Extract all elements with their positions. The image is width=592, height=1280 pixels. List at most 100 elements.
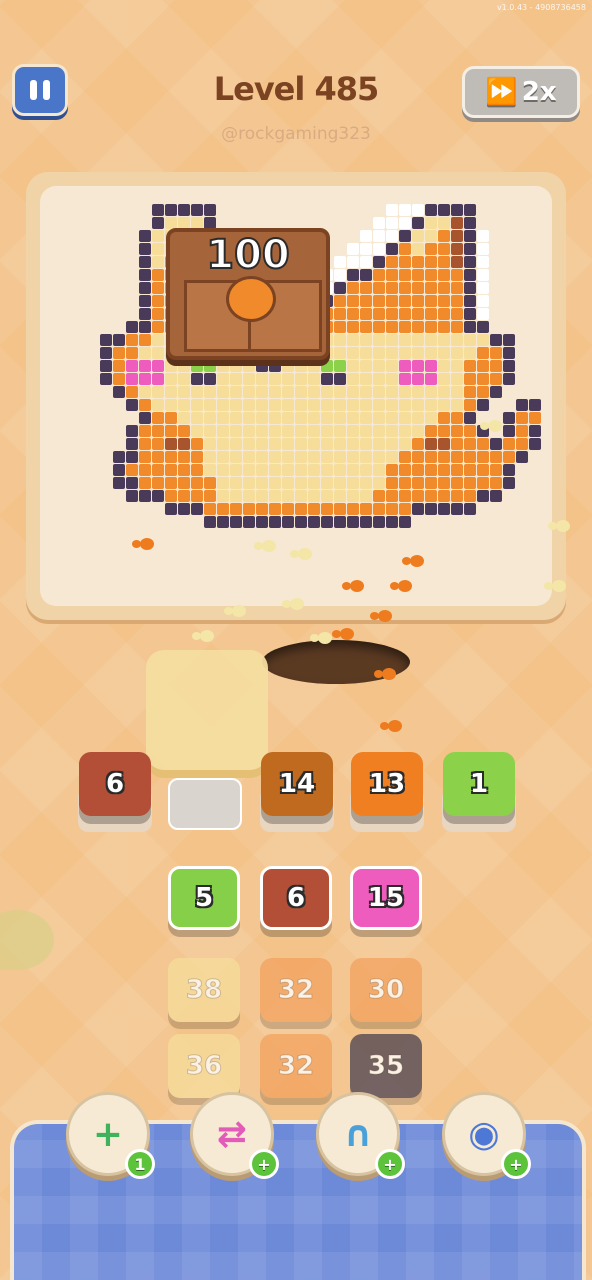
pixel-cell	[399, 282, 411, 294]
pixel-cell	[490, 373, 502, 385]
pixel-cell	[386, 464, 398, 476]
pixel-cell	[191, 386, 203, 398]
pixel-cell	[490, 347, 502, 359]
pixel-cell	[399, 451, 411, 463]
pixel-cell	[217, 464, 229, 476]
pixel-cell	[139, 490, 151, 502]
pixel-cell	[191, 412, 203, 424]
pixel-cell	[165, 373, 177, 385]
pixel-cell	[321, 451, 333, 463]
pixel-cell	[178, 412, 190, 424]
booster-magnet-button[interactable]: ∩ +	[316, 1092, 405, 1179]
pixel-cell	[373, 347, 385, 359]
pixel-cell	[269, 386, 281, 398]
pixel-cell	[399, 373, 411, 385]
booster-shuffle-button[interactable]: ⇄ +	[190, 1092, 279, 1179]
pixel-cell	[100, 373, 112, 385]
pixel-cell	[386, 399, 398, 411]
grid-tile: 36	[168, 1034, 240, 1098]
pixel-cell	[373, 425, 385, 437]
pixel-cell	[152, 477, 164, 489]
pixel-cell	[451, 347, 463, 359]
grid-tile[interactable]: 15	[350, 866, 422, 930]
pixel-cell	[165, 386, 177, 398]
pixel-cell	[386, 438, 398, 450]
pixel-cell	[451, 438, 463, 450]
pixel-cell	[464, 412, 476, 424]
pixel-cell	[399, 243, 411, 255]
pixel-cell	[282, 399, 294, 411]
ant-icon	[310, 632, 332, 644]
pixel-cell	[425, 399, 437, 411]
pixel-cell	[386, 373, 398, 385]
pixel-cell	[334, 477, 346, 489]
pixel-cell	[243, 477, 255, 489]
pixel-cell	[165, 360, 177, 372]
pixel-cell	[438, 373, 450, 385]
pixel-cell	[438, 230, 450, 242]
pixel-cell	[126, 386, 138, 398]
pixel-cell	[477, 295, 489, 307]
pixel-cell	[425, 360, 437, 372]
pixel-cell	[438, 425, 450, 437]
pixel-cell	[347, 399, 359, 411]
grid-tile[interactable]: 5	[168, 866, 240, 930]
pixel-cell	[295, 464, 307, 476]
pixel-cell	[373, 412, 385, 424]
pixel-cell	[464, 243, 476, 255]
pixel-cell	[425, 269, 437, 281]
pixel-cell	[386, 477, 398, 489]
pixel-cell	[438, 438, 450, 450]
booster-add-slot-button[interactable]: +1	[66, 1092, 155, 1179]
pixel-cell	[308, 412, 320, 424]
pixel-cell	[334, 451, 346, 463]
pixel-cell	[178, 477, 190, 489]
pixel-cell	[165, 438, 177, 450]
pixel-cell	[451, 386, 463, 398]
pixel-cell	[373, 321, 385, 333]
ant-icon	[370, 610, 392, 622]
pixel-cell	[100, 360, 112, 372]
pixel-cell	[295, 438, 307, 450]
grid-tile[interactable]: 6	[260, 866, 332, 930]
pixel-cell	[191, 399, 203, 411]
pixel-cell	[295, 412, 307, 424]
pixel-cell	[152, 399, 164, 411]
pixel-cell	[139, 243, 151, 255]
pixel-cell	[399, 321, 411, 333]
pixel-cell	[334, 308, 346, 320]
pixel-cell	[217, 399, 229, 411]
pixel-cell	[516, 425, 528, 437]
pixel-cell	[451, 503, 463, 515]
booster-badge: +	[501, 1149, 531, 1179]
speed-button[interactable]: ⏩ 2x	[462, 66, 580, 118]
ant-icon	[402, 555, 424, 567]
pixel-cell	[464, 321, 476, 333]
pixel-cell	[386, 451, 398, 463]
pixel-cell	[425, 321, 437, 333]
pixel-cell	[243, 438, 255, 450]
pixel-cell	[399, 386, 411, 398]
pixel-cell	[477, 308, 489, 320]
pixel-cell	[412, 399, 424, 411]
pixel-cell	[230, 386, 242, 398]
pixel-cell	[308, 386, 320, 398]
pixel-cell	[282, 373, 294, 385]
pixel-cell	[152, 412, 164, 424]
pixel-cell	[386, 412, 398, 424]
pixel-cell	[243, 516, 255, 528]
pixel-cell	[230, 490, 242, 502]
pixel-cell	[438, 490, 450, 502]
grid-tile: 35	[350, 1034, 422, 1098]
pixel-cell	[516, 438, 528, 450]
pixel-cell	[113, 464, 125, 476]
pixel-cell	[217, 438, 229, 450]
pixel-cell	[360, 230, 372, 242]
pixel-cell	[464, 360, 476, 372]
pixel-cell	[321, 516, 333, 528]
pixel-cell	[256, 386, 268, 398]
pixel-cell	[399, 230, 411, 242]
booster-donut-button[interactable]: ◉ +	[442, 1092, 531, 1179]
pixel-cell	[269, 438, 281, 450]
pixel-cell	[464, 295, 476, 307]
